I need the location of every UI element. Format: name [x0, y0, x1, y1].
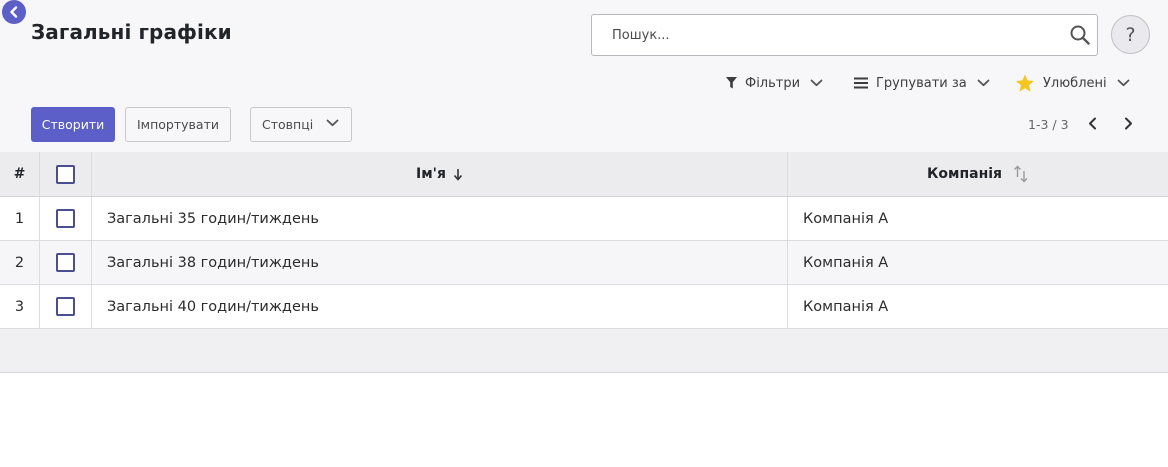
row-company[interactable]: Компанія А: [788, 197, 1168, 240]
filters-label: Фільтри: [745, 75, 801, 91]
row-name[interactable]: Загальні 40 годин/тиждень: [92, 285, 788, 328]
chevron-right-icon: [1124, 117, 1132, 129]
search-input[interactable]: [592, 15, 1062, 55]
search-box[interactable]: [591, 14, 1098, 56]
chevron-down-icon: [326, 119, 339, 127]
column-header-name[interactable]: Ім'я: [92, 152, 788, 196]
search-icon[interactable]: [1069, 24, 1091, 46]
help-label: ?: [1125, 23, 1136, 46]
page-title: Загальні графіки: [31, 20, 232, 44]
row-select-cell: [40, 241, 92, 284]
pager-previous-button[interactable]: [1084, 114, 1100, 132]
chevron-left-icon: [10, 6, 18, 18]
favorites-label: Улюблені: [1043, 75, 1107, 91]
chevron-down-icon: [1117, 79, 1130, 87]
row-checkbox[interactable]: [56, 209, 75, 228]
favorites-dropdown[interactable]: Улюблені: [1015, 73, 1130, 93]
star-icon: [1016, 74, 1034, 92]
table-row[interactable]: 3 Загальні 40 годин/тиждень Компанія А: [0, 285, 1168, 329]
pager-next-button[interactable]: [1120, 114, 1136, 132]
row-checkbox[interactable]: [56, 297, 75, 316]
control-panel: Загальні графіки ? Фільтри Групувати за: [0, 0, 1168, 152]
row-number: 2: [0, 241, 40, 284]
row-name[interactable]: Загальні 35 годин/тиждень: [92, 197, 788, 240]
column-header-select-all: [40, 152, 92, 196]
row-company[interactable]: Компанія А: [788, 285, 1168, 328]
back-button[interactable]: [2, 0, 26, 24]
row-checkbox[interactable]: [56, 253, 75, 272]
table-header: # Ім'я Компанія: [0, 152, 1168, 197]
chevron-down-icon: [810, 79, 823, 87]
table-footer: [0, 329, 1168, 373]
chevron-left-icon: [1088, 117, 1096, 129]
column-header-company-label: Компанія: [926, 166, 1003, 182]
column-header-number: #: [0, 152, 40, 196]
row-company[interactable]: Компанія А: [788, 241, 1168, 284]
chevron-down-icon: [977, 79, 990, 87]
table-row[interactable]: 1 Загальні 35 годин/тиждень Компанія А: [0, 197, 1168, 241]
table-row[interactable]: 2 Загальні 38 годин/тиждень Компанія А: [0, 241, 1168, 285]
columns-dropdown[interactable]: Стовпці: [250, 107, 352, 142]
create-button[interactable]: Створити: [31, 107, 115, 142]
group-by-dropdown[interactable]: Групувати за: [854, 73, 990, 93]
sort-descending-icon: [453, 168, 463, 181]
row-name[interactable]: Загальні 38 годин/тиждень: [92, 241, 788, 284]
row-select-cell: [40, 197, 92, 240]
filter-icon: [726, 77, 737, 89]
group-by-label: Групувати за: [876, 75, 967, 91]
filters-dropdown[interactable]: Фільтри: [726, 73, 823, 93]
column-header-name-label: Ім'я: [416, 166, 446, 182]
columns-label: Стовпці: [262, 117, 314, 132]
sort-toggle-icon: [1013, 165, 1029, 183]
column-header-company[interactable]: Компанія: [788, 152, 1168, 196]
pager-value[interactable]: 1-3 / 3: [1028, 117, 1069, 132]
import-button[interactable]: Імпортувати: [125, 107, 231, 142]
select-all-checkbox[interactable]: [56, 164, 75, 184]
help-button[interactable]: ?: [1111, 15, 1150, 54]
row-number: 3: [0, 285, 40, 328]
row-select-cell: [40, 285, 92, 328]
list-icon: [854, 77, 868, 89]
row-number: 1: [0, 197, 40, 240]
